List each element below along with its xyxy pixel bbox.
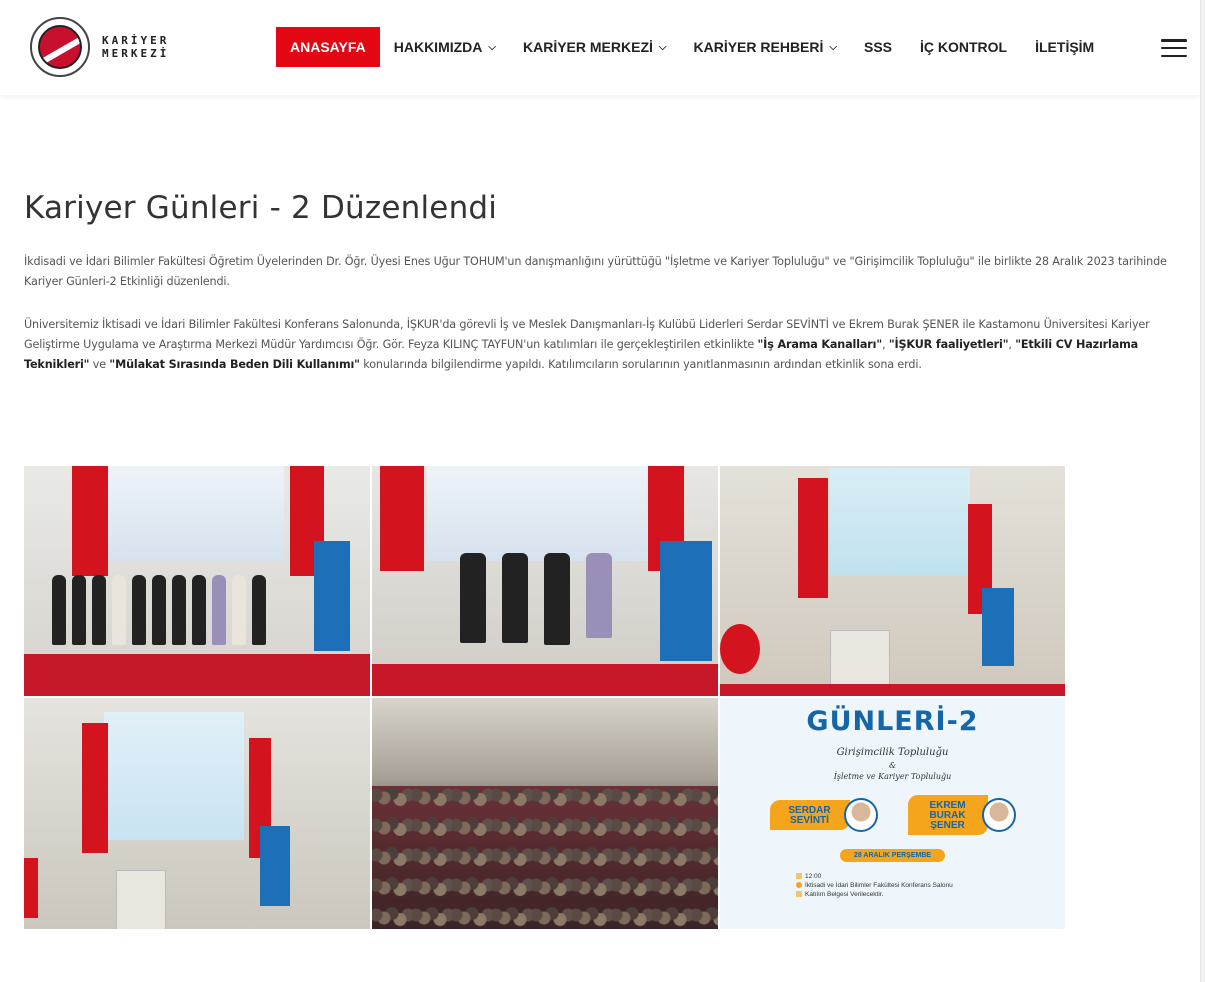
- logo-text-line1: KARİYER: [102, 34, 170, 47]
- nav-label: KARİYER MERKEZİ: [522, 39, 653, 55]
- logo-text: KARİYER MERKEZİ: [102, 34, 169, 60]
- logo-text-line2: MERKEZİ: [102, 47, 170, 60]
- poster-amp: &: [888, 761, 897, 770]
- speaker-podium-photo[interactable]: [720, 466, 1065, 696]
- red-carpet-stage: [24, 654, 370, 696]
- chevron-down-icon: ⌵: [829, 41, 837, 53]
- photo-gallery: GÜNLERİ-2 Girişimcilik Topluluğu & İşlet…: [24, 466, 1065, 929]
- topic-is-arama: "İş Arama Kanalları": [757, 338, 883, 351]
- projection-screen: [104, 712, 244, 840]
- presentation-photo[interactable]: [24, 698, 370, 929]
- iskur-banner: [660, 541, 712, 661]
- nav-label: KARİYER REHBERİ: [693, 39, 824, 55]
- nav-kariyer-rehberi[interactable]: KARİYER REHBERİ ⌵: [693, 27, 837, 67]
- nav-label: İLETİŞİM: [1035, 39, 1095, 55]
- people-group: [52, 575, 266, 646]
- nav-ic-kontrol[interactable]: İÇ KONTROL: [920, 27, 1007, 67]
- red-carpet-stage: [720, 684, 1065, 696]
- nav-label: SSS: [863, 39, 892, 55]
- speaker-name: EKREM BURAK ŞENER: [929, 800, 966, 831]
- nav-hakkimizda[interactable]: HAKKIMIZDA ⌵: [394, 27, 496, 67]
- poster-title: GÜNLERİ-2: [806, 706, 979, 737]
- separator: ,: [882, 338, 889, 351]
- turkish-flag-icon: [380, 466, 424, 571]
- university-seal-icon: [30, 17, 90, 77]
- speaker-avatar: [843, 798, 878, 832]
- poster-certificate: Katılım Belgesi Verilecektir.: [805, 891, 884, 898]
- site-logo[interactable]: KARİYER MERKEZİ: [30, 17, 169, 77]
- location-pin-icon: [796, 882, 802, 889]
- speaker-name: SERDAR SEVİNTİ: [788, 805, 831, 826]
- article-paragraph-2: Üniversitemiz İktisadi ve İdari Bilimler…: [24, 315, 1186, 375]
- people-group: [460, 553, 612, 646]
- poster-club-1: Girişimcilik Topluluğu: [836, 747, 949, 758]
- turkish-flag-icon: [72, 466, 108, 576]
- group-photo-stage[interactable]: [24, 466, 370, 696]
- projection-screen: [830, 468, 970, 576]
- nav-sss[interactable]: SSS: [864, 27, 892, 67]
- nav-label: İÇ KONTROL: [920, 39, 1008, 55]
- paragraph-text: konularında bilgilendirme yapıldı. Katıl…: [359, 358, 922, 371]
- certificate-icon: [796, 891, 802, 898]
- iskur-banner: [982, 588, 1014, 666]
- main-nav: ANASAYFA HAKKIMIZDA ⌵ KARİYER MERKEZİ ⌵ KA…: [276, 27, 1094, 67]
- poster-time: 12:00: [805, 873, 822, 880]
- projection-screen: [427, 466, 657, 561]
- chevron-down-icon: ⌵: [658, 41, 667, 53]
- speaker-avatar: [981, 798, 1016, 832]
- turkish-flag-icon: [720, 624, 760, 674]
- iskur-banner: [314, 541, 350, 651]
- turkish-flag-icon: [82, 723, 108, 853]
- red-carpet-stage: [372, 664, 718, 696]
- speaker-tag: EKREM BURAK ŞENER: [907, 795, 988, 835]
- projection-screen: [94, 466, 284, 561]
- poster-date: 28 ARALIK PERŞEMBE: [839, 849, 946, 862]
- poster-club-2: İşletme ve Kariyer Topluluğu: [833, 772, 952, 781]
- nav-label: ANASAYFA: [290, 39, 366, 55]
- nav-kariyer-merkezi[interactable]: KARİYER MERKEZİ ⌵: [523, 27, 667, 67]
- iskur-banner: [260, 826, 290, 906]
- speaker-tag: SERDAR SEVİNTİ: [769, 800, 850, 830]
- audience-crowd: [372, 785, 718, 929]
- poster-speaker-1: SERDAR SEVİNTİ: [769, 795, 878, 835]
- topic-iskur: "İŞKUR faaliyetleri": [888, 338, 1009, 351]
- poster-speaker-2: EKREM BURAK ŞENER: [907, 795, 1016, 835]
- podium: [116, 870, 166, 929]
- article-paragraph-1: İkdisadi ve İdari Bilimler Fakültesi Öğr…: [24, 255, 1167, 288]
- audience-photo[interactable]: [372, 698, 718, 929]
- separator: ve: [89, 358, 110, 371]
- turkish-flag-icon: [24, 858, 38, 918]
- event-poster[interactable]: GÜNLERİ-2 Girişimcilik Topluluğu & İşlet…: [720, 698, 1065, 929]
- nav-iletisim[interactable]: İLETİŞİM: [1035, 27, 1094, 67]
- page-scrollbar[interactable]: [1200, 0, 1205, 982]
- nav-anasayfa[interactable]: ANASAYFA: [276, 27, 380, 67]
- poster-details: 12:00 İktisadi ve İdari Bilimler Fakülte…: [796, 872, 953, 899]
- nav-label: HAKKIMIZDA: [393, 39, 483, 55]
- chevron-down-icon: ⌵: [488, 41, 496, 53]
- speakers-photo-stage[interactable]: [372, 466, 718, 696]
- clock-icon: [796, 873, 802, 880]
- poster-venue: İktisadi ve İdari Bilimler Fakültesi Kon…: [805, 882, 953, 889]
- poster-speakers: SERDAR SEVİNTİ EKREM BURAK ŞENER: [769, 795, 1016, 835]
- site-header: KARİYER MERKEZİ ANASAYFA HAKKIMIZDA ⌵ KAR…: [0, 0, 1200, 95]
- article-title: Kariyer Günleri - 2 Düzenlendi: [24, 190, 498, 226]
- turkish-flag-icon: [798, 478, 828, 598]
- topic-mulakat: "Mülakat Sırasında Beden Dili Kullanımı": [109, 358, 360, 371]
- hamburger-menu-icon[interactable]: [1161, 39, 1187, 57]
